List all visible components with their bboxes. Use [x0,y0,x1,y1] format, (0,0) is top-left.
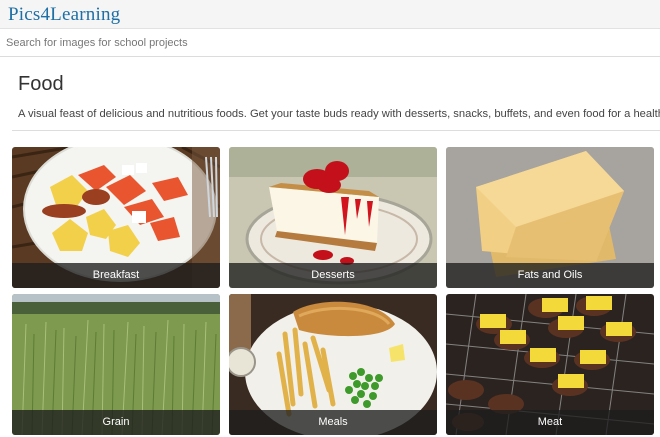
category-tile-meat[interactable]: Meat [446,294,654,435]
category-tile-grain[interactable]: Grain [12,294,220,435]
divider [12,130,660,131]
category-tile-fats-and-oils[interactable]: Fats and Oils [446,147,654,288]
category-label: Grain [12,410,220,435]
site-logo[interactable]: Pics4Learning [8,4,120,26]
category-label: Breakfast [12,263,220,288]
search-input[interactable] [0,29,660,56]
category-label: Meat [446,410,654,435]
category-label: Meals [229,410,437,435]
category-tile-breakfast[interactable]: Breakfast [12,147,220,288]
search-bar [0,29,660,57]
category-label: Desserts [229,263,437,288]
page-description: A visual feast of delicious and nutritio… [18,108,660,120]
category-label: Fats and Oils [446,263,654,288]
category-tile-meals[interactable]: Meals [229,294,437,435]
site-header: Pics4Learning [0,0,660,29]
category-tile-desserts[interactable]: Desserts [229,147,437,288]
page-title: Food [18,73,64,95]
